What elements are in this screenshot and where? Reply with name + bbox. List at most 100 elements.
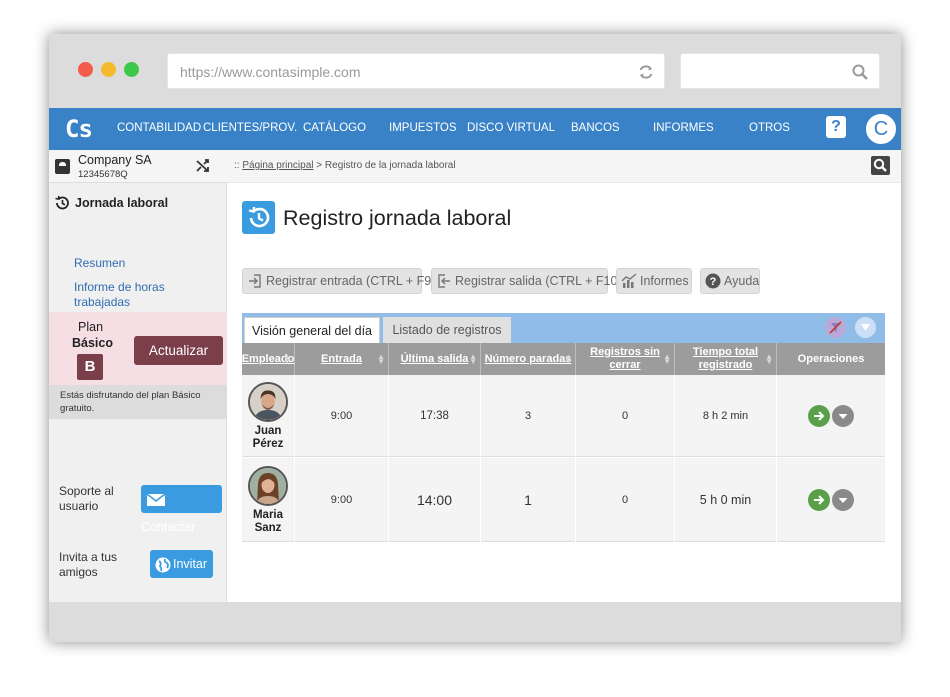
browser-search-bar[interactable] [680, 53, 880, 89]
company-selector[interactable]: Company SA 12345678Q [49, 150, 227, 183]
breadcrumb-current: Registro de la jornada laboral [324, 160, 456, 171]
nav-informes[interactable]: INFORMES [653, 122, 714, 134]
search-icon [873, 158, 887, 172]
support-label: Soporte al usuario [59, 484, 114, 513]
invite-label: Invita a tus amigos [59, 550, 118, 579]
employee-name[interactable]: Maria Sanz [242, 509, 294, 535]
sort-icon: ▲ ▼ [283, 352, 291, 366]
open-records-cell: 0 [576, 375, 675, 457]
nav-impuestos[interactable]: IMPUESTOS [389, 122, 457, 134]
company-name: Company SA [78, 153, 152, 167]
plan-name: Básico [72, 336, 113, 350]
upgrade-button[interactable]: Actualizar [134, 336, 223, 365]
help-label: Ayuda [724, 274, 760, 288]
checkout-label: Registrar salida (CTRL + F10) [455, 274, 622, 288]
operations-cell [777, 375, 885, 457]
table-row[interactable]: Juan Pérez 9:00 17:38 3 0 8 h 2 min [242, 375, 885, 457]
column-entrada[interactable]: Entrada ▲ ▼ [295, 343, 389, 375]
help-icon[interactable]: ? [826, 116, 846, 138]
address-bar[interactable]: https://www.contasimple.com [167, 53, 665, 89]
reports-button[interactable]: Informes [616, 268, 692, 294]
plan-panel: Plan Básico B Actualizar [49, 312, 227, 385]
column-registros-sin-cerrar[interactable]: Registros sin cerrar ▲ ▼ [576, 343, 675, 375]
column-registros-sin-cerrar-label: Registros sin cerrar [590, 346, 660, 371]
nav-bancos[interactable]: BANCOS [571, 122, 620, 134]
arrow-right-icon [814, 495, 825, 505]
contact-label: Contactar [141, 520, 196, 534]
top-navigation: Cs CONTABILIDAD CLIENTES/PROV. CATÁLOGO … [49, 108, 901, 150]
go-arrow-button[interactable] [808, 489, 830, 511]
tab-list[interactable]: Listado de registros [383, 317, 511, 343]
contasimple-logo[interactable]: Cs [65, 115, 93, 143]
column-numero-paradas-label: Número paradas [484, 352, 572, 365]
column-empleado[interactable]: Empleado ▲ ▼ [242, 343, 295, 375]
tab-overview[interactable]: Visión general del día [244, 317, 380, 343]
minimize-window-button[interactable] [101, 62, 116, 77]
sidebar-link-resumen[interactable]: Resumen [74, 256, 125, 271]
chevron-down-icon [838, 414, 848, 419]
company-icon [55, 159, 70, 174]
chart-icon [621, 273, 637, 288]
reload-icon[interactable] [636, 62, 656, 82]
employee-name[interactable]: Juan Pérez [242, 425, 294, 451]
column-tiempo-total[interactable]: Tiempo total registrado ▲ ▼ [675, 343, 777, 375]
stops-cell: 1 [481, 458, 576, 542]
footer-band [49, 602, 901, 642]
filter-icon[interactable] [855, 317, 876, 338]
sidebar: Company SA 12345678Q Jornada laboral Res… [49, 150, 227, 602]
main-content: :: Página principal > Registro de la jor… [227, 150, 901, 602]
user-avatar[interactable]: C [864, 112, 898, 146]
column-ultima-salida[interactable]: Última salida ▲ ▼ [389, 343, 481, 375]
globe-icon [155, 557, 171, 573]
entry-cell: 9:00 [295, 375, 389, 457]
invite-button[interactable]: Invitar [150, 550, 213, 578]
column-entrada-label: Entrada [321, 352, 362, 365]
contact-button[interactable]: Contactar [141, 485, 222, 534]
close-window-button[interactable] [78, 62, 93, 77]
more-options-button[interactable] [832, 489, 854, 511]
column-ultima-salida-label: Última salida [400, 352, 469, 365]
nav-disco-virtual[interactable]: DISCO VIRTUAL [467, 122, 555, 134]
reports-label: Informes [640, 274, 689, 288]
history-icon [55, 195, 69, 210]
svg-text:?: ? [710, 276, 717, 288]
breadcrumb-prefix: :: [234, 160, 240, 171]
column-operaciones: Operaciones [797, 352, 865, 365]
checkin-button[interactable]: Registrar entrada (CTRL + F9) [242, 268, 435, 294]
nav-catalogo[interactable]: CATÁLOGO [303, 122, 366, 134]
shuffle-icon[interactable] [195, 158, 211, 174]
go-arrow-button[interactable] [808, 405, 830, 427]
search-icon [852, 64, 868, 80]
sort-icon: ▲ ▼ [663, 352, 671, 366]
checkin-label: Registrar entrada (CTRL + F9) [266, 274, 436, 288]
checkout-button[interactable]: Registrar salida (CTRL + F10) [431, 268, 622, 294]
column-numero-paradas[interactable]: Número paradas ▲ ▼ [481, 343, 576, 375]
sidebar-link-informe-horas[interactable]: Informe de horas trabajadas [74, 280, 184, 310]
maximize-window-button[interactable] [124, 62, 139, 77]
entry-cell: 9:00 [295, 458, 389, 542]
nav-clientes-prov[interactable]: CLIENTES/PROV. [203, 122, 297, 134]
plan-label: Plan [78, 320, 104, 334]
total-time-cell: 8 h 2 min [675, 375, 777, 457]
breadcrumb-bar: :: Página principal > Registro de la jor… [227, 150, 901, 183]
breadcrumb-home-link[interactable]: Página principal [242, 160, 313, 171]
mail-icon [146, 493, 166, 506]
history-icon [242, 201, 275, 234]
search-button[interactable] [871, 156, 890, 175]
company-id: 12345678Q [78, 169, 128, 180]
open-records-cell: 0 [576, 458, 675, 542]
nav-otros[interactable]: OTROS [749, 122, 790, 134]
employee-cell: Maria Sanz [242, 458, 295, 542]
employee-cell: Juan Pérez [242, 375, 295, 457]
hide-filter-icon[interactable] [825, 317, 846, 338]
arrow-right-icon [814, 411, 825, 421]
stops-cell: 3 [481, 375, 576, 457]
help-circle-icon: ? [705, 273, 721, 289]
sort-icon: ▲ ▼ [377, 352, 385, 366]
more-options-button[interactable] [832, 405, 854, 427]
nav-contabilidad[interactable]: CONTABILIDAD [117, 122, 201, 134]
help-button[interactable]: ? Ayuda [700, 268, 760, 294]
table-row[interactable]: Maria Sanz 9:00 14:00 1 0 5 h 0 min [242, 458, 885, 542]
last-exit-cell: 17:38 [389, 375, 481, 457]
sort-icon: ▲ ▼ [564, 352, 572, 366]
